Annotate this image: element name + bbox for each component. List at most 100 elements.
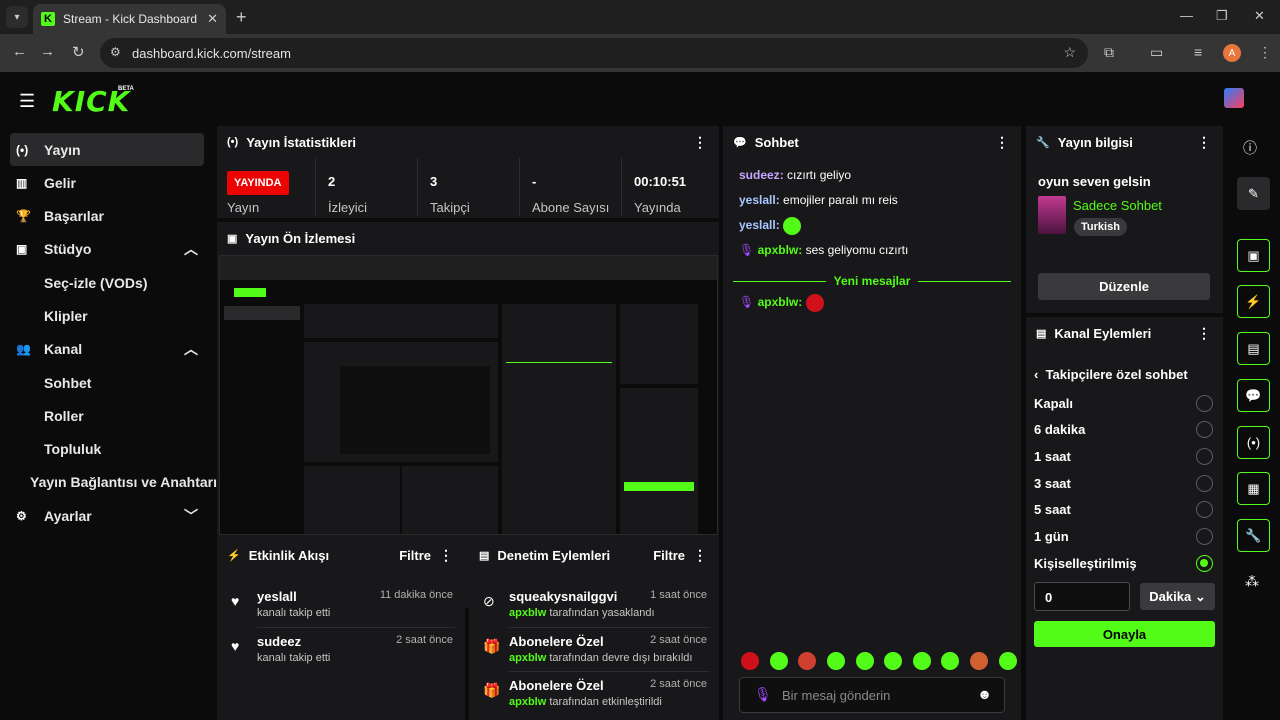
emote-icon[interactable] — [826, 652, 845, 670]
more-options-icon[interactable]: ⋮ — [439, 547, 453, 564]
cast-icon[interactable]: ▭ — [1150, 44, 1163, 61]
option-3-saat[interactable]: 3 saat — [1034, 470, 1213, 496]
radio-button[interactable] — [1196, 474, 1213, 492]
option-1-saat[interactable]: 1 saat — [1034, 443, 1213, 469]
custom-duration-input[interactable]: 0 — [1034, 582, 1130, 611]
more-options-icon[interactable]: ⋮ — [693, 547, 707, 564]
option-kapali[interactable]: Kapalı — [1034, 390, 1213, 416]
window-close-icon[interactable]: ✕ — [1254, 8, 1265, 24]
emote-icon[interactable] — [798, 652, 817, 670]
moderation-filter-button[interactable]: Filtre — [653, 548, 685, 563]
site-info-icon[interactable]: ⚙ — [110, 45, 121, 59]
chat-input[interactable]: 🎙 Bir mesaj gönderin ☻ — [739, 677, 1005, 713]
profile-avatar[interactable]: A — [1223, 44, 1241, 62]
sidebar-item-vods[interactable]: Seç-izle (VODs) — [10, 266, 204, 299]
address-bar[interactable]: ⚙ dashboard.kick.com/stream ☆ — [100, 38, 1088, 68]
browser-tab[interactable]: K Stream - Kick Dashboard ✕ — [33, 4, 226, 34]
option-6-dakika[interactable]: 6 dakika — [1034, 416, 1213, 442]
rail-info-icon[interactable]: 🔧 — [1237, 519, 1270, 552]
user-avatar[interactable] — [1224, 88, 1244, 108]
gear-icon: ⚙ — [16, 508, 27, 523]
list-item: ♥ yeslall kanalı takip etti 11 dakika ön… — [231, 589, 453, 619]
more-options-icon[interactable]: ⋮ — [1197, 134, 1211, 151]
emote-icon[interactable] — [998, 652, 1017, 670]
info-icon[interactable]: ⓘ — [1243, 138, 1257, 158]
extensions-icon[interactable]: ⧉ — [1104, 44, 1114, 61]
sidebar-item-yayin[interactable]: (•) Yayın — [10, 133, 204, 166]
edit-button[interactable]: Düzenle — [1038, 273, 1210, 300]
radio-button-selected[interactable] — [1196, 554, 1213, 572]
tab-search-icon[interactable]: ▾ — [6, 6, 28, 28]
option-1-gun[interactable]: 1 gün — [1034, 523, 1213, 549]
reload-icon[interactable]: ↻ — [72, 43, 85, 61]
channel-actions-title: Kanal Eylemleri — [1054, 325, 1152, 341]
media-icon[interactable]: ≡ — [1194, 44, 1202, 60]
edit-layout-icon[interactable]: ✎ — [1237, 177, 1270, 210]
radio-button[interactable] — [1196, 447, 1213, 465]
bookmark-star-icon[interactable]: ☆ — [1063, 44, 1076, 61]
more-options-icon[interactable]: ⋮ — [995, 134, 1009, 151]
sidebar-item-sohbet[interactable]: Sohbet — [10, 366, 204, 399]
add-widget-icon[interactable]: ⁂ — [1245, 573, 1259, 590]
radio-button[interactable] — [1196, 420, 1213, 438]
radio-button[interactable] — [1196, 394, 1213, 412]
back-icon[interactable]: ← — [12, 43, 27, 60]
emote-icon[interactable] — [741, 652, 759, 670]
sidebar-item-studyo[interactable]: ▣ Stüdyo ︿ — [10, 232, 204, 265]
more-options-icon[interactable]: ⋮ — [693, 134, 707, 151]
emote-icon[interactable] — [912, 652, 931, 670]
document-icon: ▤ — [479, 549, 490, 562]
list-item: 🎁 Abonelere Özel apxblw tarafından devre… — [483, 634, 707, 664]
rail-activity-icon[interactable]: ⚡ — [1237, 285, 1270, 318]
sidebar-item-basarilar[interactable]: 🏆 Başarılar — [10, 199, 204, 232]
sidebar-item-gelir[interactable]: ▥ Gelir — [10, 166, 204, 199]
option-5-saat[interactable]: 5 saat — [1034, 496, 1213, 522]
rail-chat-icon[interactable]: 💬 — [1237, 379, 1270, 412]
rail-channel-actions-icon[interactable]: ▦ — [1237, 472, 1270, 505]
heart-icon: ♥ — [231, 638, 240, 654]
sidebar-item-ayarlar[interactable]: ⚙ Ayarlar ﹀ — [10, 499, 204, 532]
back-to-actions[interactable]: ‹ Takipçilere özel sohbet — [1034, 367, 1188, 382]
tab-close-icon[interactable]: ✕ — [207, 11, 218, 27]
radio-button[interactable] — [1196, 500, 1213, 518]
browser-menu-icon[interactable]: ⋮ — [1258, 44, 1272, 61]
emote-icon[interactable] — [970, 652, 988, 670]
minimize-icon[interactable]: — — [1180, 8, 1193, 23]
forward-icon[interactable]: → — [40, 43, 55, 60]
rail-moderation-icon[interactable]: ▤ — [1237, 332, 1270, 365]
radio-button[interactable] — [1196, 527, 1213, 545]
sidebar-item-klipler[interactable]: Klipler — [10, 299, 204, 332]
confirm-button[interactable]: Onayla — [1034, 621, 1215, 647]
emote-icon[interactable] — [884, 652, 903, 670]
mic-badge-icon: 🎙 — [739, 295, 755, 310]
sidebar-item-roller[interactable]: Roller — [10, 399, 204, 432]
activity-filter-button[interactable]: Filtre — [399, 548, 431, 563]
unit-select[interactable]: Dakika ⌄ — [1140, 583, 1215, 610]
chevron-up-icon: ︿ — [184, 340, 198, 357]
rail-stats-icon[interactable]: (•) — [1237, 426, 1270, 459]
kick-dashboard: ☰ KICK BETA (•) Yayın ▥ Gelir 🏆 Başarılar ▣… — [0, 72, 1280, 720]
emoji-picker-icon[interactable]: ☻ — [977, 686, 992, 702]
stream-preview-video[interactable] — [219, 255, 718, 535]
more-options-icon[interactable]: ⋮ — [1197, 325, 1211, 342]
emote-icon[interactable] — [941, 652, 960, 670]
maximize-icon[interactable]: ❐ — [1216, 8, 1228, 24]
gift-icon: 🎁 — [483, 638, 501, 654]
language-tag: Turkish — [1074, 218, 1127, 236]
emote-icon[interactable] — [769, 652, 788, 670]
emote-icon[interactable] — [855, 652, 874, 670]
hamburger-menu-icon[interactable]: ☰ — [19, 91, 35, 112]
gift-icon: 🎁 — [483, 682, 501, 698]
stream-title: oyun seven gelsin — [1038, 174, 1151, 189]
browser-tabbar: ▾ K Stream - Kick Dashboard ✕ + — ❐ ✕ — [0, 0, 1280, 34]
category-thumbnail[interactable] — [1038, 196, 1066, 234]
category-name[interactable]: Sadece Sohbet — [1073, 198, 1162, 213]
sidebar-item-kanal[interactable]: 👥 Kanal ︿ — [10, 332, 204, 365]
option-custom[interactable]: Kişiselleştirilmiş — [1034, 550, 1213, 576]
sidebar-item-topluluk[interactable]: Topluluk — [10, 432, 204, 465]
stream-stats-panel: (•) Yayın İstatistikleri ⋮ YAYINDA Yayın… — [217, 126, 719, 218]
stat-subscribers: - Abone Sayısı — [519, 158, 621, 216]
rail-preview-icon[interactable]: ▣ — [1237, 239, 1270, 272]
new-tab-icon[interactable]: + — [236, 7, 247, 28]
sidebar-item-stream-key[interactable]: Yayın Bağlantısı ve Anahtarı — [10, 465, 217, 498]
